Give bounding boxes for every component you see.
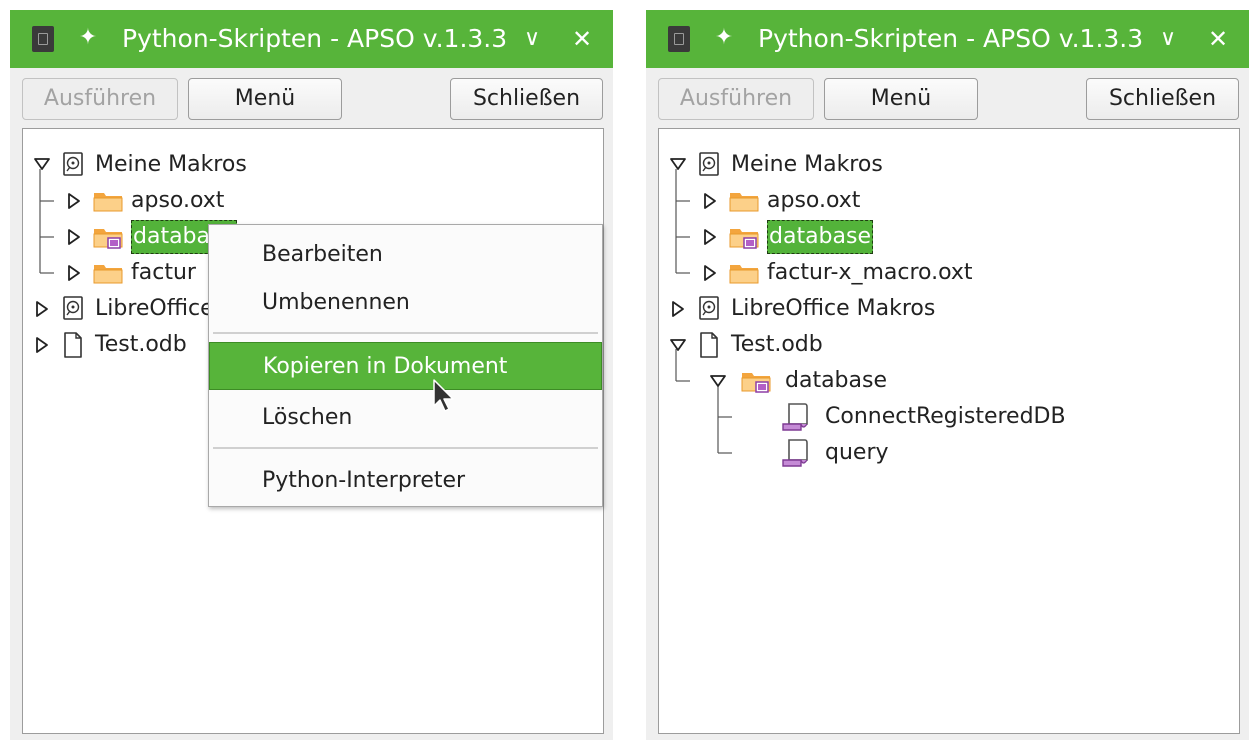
collapsed-triangle-icon[interactable] <box>35 300 49 318</box>
script-tree[interactable]: Meine Makros apso.oxt database factur-x_… <box>658 128 1240 734</box>
collapsed-triangle-icon[interactable] <box>703 192 717 210</box>
tree-item-label: LibreOffice <box>95 296 214 321</box>
disk-icon <box>699 296 719 331</box>
apso-window-left: ✦ Python-Skripten - APSO v.1.3.3 ∨ ✕ Aus… <box>10 10 613 740</box>
tree-item-label: apso.oxt <box>767 188 861 213</box>
close-button[interactable]: Schließen <box>1086 78 1239 120</box>
title-bar[interactable]: ✦ Python-Skripten - APSO v.1.3.3 ∨ ✕ <box>646 10 1249 68</box>
apso-window-right: ✦ Python-Skripten - APSO v.1.3.3 ∨ ✕ Aus… <box>646 10 1249 740</box>
menu-separator <box>213 332 598 334</box>
folder-icon <box>93 261 123 296</box>
tree-item-label: Meine Makros <box>731 152 883 177</box>
tree-item-label: database <box>767 220 873 254</box>
expanded-triangle-icon[interactable] <box>669 338 683 356</box>
folder-icon <box>93 189 123 224</box>
run-button[interactable]: Ausführen <box>658 78 814 120</box>
tree-item-label: Test.odb <box>731 332 823 357</box>
tree-item-label: factur <box>131 260 196 285</box>
pin-icon[interactable]: ✦ <box>74 22 102 54</box>
tree-item-label: Test.odb <box>95 332 187 357</box>
tree-item-label: factur-x_macro.oxt <box>767 260 973 285</box>
mouse-cursor-icon <box>433 379 454 412</box>
minimize-icon[interactable]: ∨ <box>1153 21 1183 57</box>
tree-item-label: LibreOffice Makros <box>731 296 936 321</box>
tree-item-label: Meine Makros <box>95 152 247 177</box>
database-folder-icon <box>729 225 759 260</box>
collapsed-triangle-icon[interactable] <box>703 264 717 282</box>
collapsed-triangle-icon[interactable] <box>703 228 717 246</box>
script-icon <box>781 402 809 443</box>
run-button[interactable]: Ausführen <box>22 78 178 120</box>
tree-item-label: apso.oxt <box>131 188 225 213</box>
expanded-triangle-icon[interactable] <box>669 157 683 175</box>
context-menu: Bearbeiten Umbenennen Kopieren in Dokume… <box>208 224 603 507</box>
expanded-triangle-icon[interactable] <box>709 374 723 392</box>
collapsed-triangle-icon[interactable] <box>671 300 685 318</box>
document-icon <box>699 332 719 369</box>
menu-item-kopieren[interactable]: Kopieren in Dokument <box>209 342 602 390</box>
tree-item-label: ConnectRegisteredDB <box>825 404 1066 429</box>
collapsed-triangle-icon[interactable] <box>67 228 81 246</box>
collapsed-triangle-icon[interactable] <box>35 336 49 354</box>
menu-item-umbenennen[interactable]: Umbenennen <box>209 279 602 327</box>
menu-separator <box>213 447 598 449</box>
document-icon <box>63 332 83 369</box>
window-title: Python-Skripten - APSO v.1.3.3 <box>758 24 1144 53</box>
menu-item-bearbeiten[interactable]: Bearbeiten <box>209 231 602 279</box>
pin-icon[interactable]: ✦ <box>710 22 738 54</box>
disk-icon <box>63 296 83 331</box>
collapsed-triangle-icon[interactable] <box>67 264 81 282</box>
close-button[interactable]: Schließen <box>450 78 603 120</box>
disk-icon <box>699 152 719 187</box>
close-icon[interactable]: ✕ <box>567 21 597 57</box>
menu-item-loeschen[interactable]: Löschen <box>209 394 602 442</box>
database-folder-icon <box>93 225 123 260</box>
minimize-icon[interactable]: ∨ <box>517 21 547 57</box>
folder-icon <box>729 261 759 296</box>
expanded-triangle-icon[interactable] <box>33 157 47 175</box>
window-title: Python-Skripten - APSO v.1.3.3 <box>122 24 508 53</box>
disk-icon <box>63 152 83 187</box>
database-folder-icon <box>741 369 771 404</box>
app-icon <box>668 26 690 52</box>
tree-item-label: database <box>785 368 887 393</box>
app-icon <box>32 26 54 52</box>
tree-item-label: query <box>825 440 889 465</box>
title-bar[interactable]: ✦ Python-Skripten - APSO v.1.3.3 ∨ ✕ <box>10 10 613 68</box>
collapsed-triangle-icon[interactable] <box>67 192 81 210</box>
menu-item-python-interpreter[interactable]: Python-Interpreter <box>209 457 602 505</box>
close-icon[interactable]: ✕ <box>1203 21 1233 57</box>
menu-button[interactable]: Menü <box>824 78 978 120</box>
script-icon <box>781 438 809 479</box>
folder-icon <box>729 189 759 224</box>
menu-button[interactable]: Menü <box>188 78 342 120</box>
